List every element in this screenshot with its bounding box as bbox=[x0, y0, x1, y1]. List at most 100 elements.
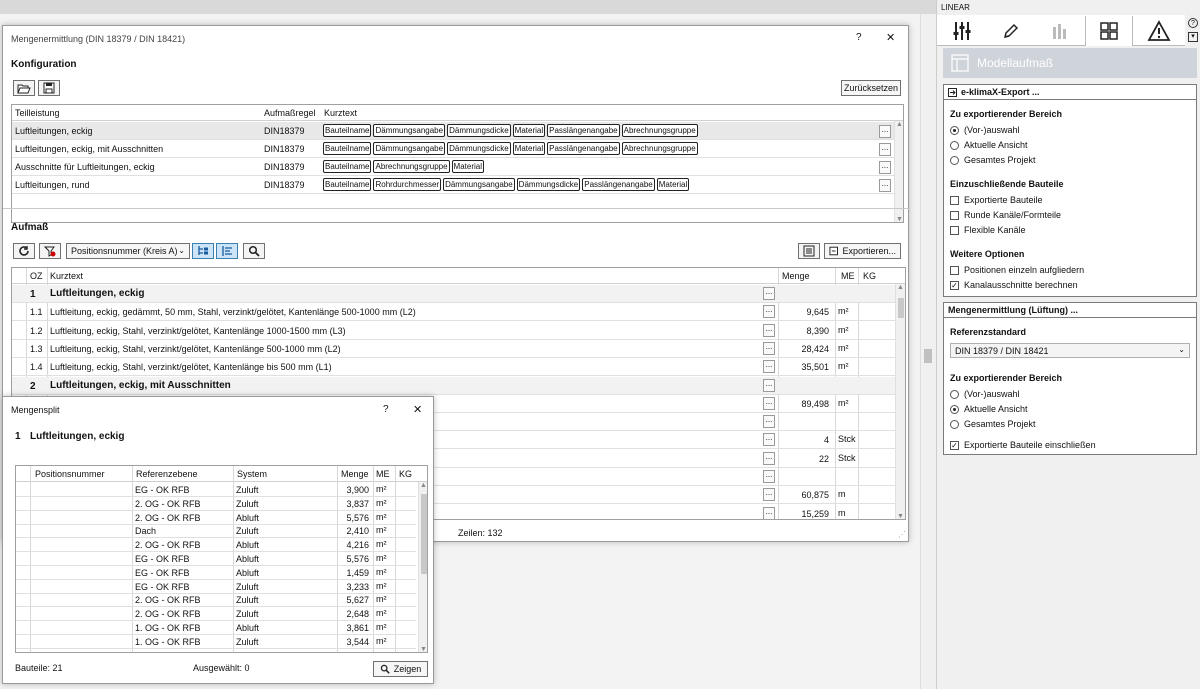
split-row[interactable]: 2. OG - OK RFB Zuluft 3,837 m² bbox=[16, 497, 416, 511]
edit-ellipsis-button[interactable]: ... bbox=[879, 143, 891, 156]
edit-ellipsis-button[interactable]: ... bbox=[763, 415, 775, 429]
edit-ellipsis-button[interactable]: ... bbox=[763, 341, 775, 355]
split-row[interactable]: EG - OK RFB Zuluft 3,233 m² bbox=[16, 580, 416, 594]
close-button[interactable]: ✕ bbox=[886, 31, 895, 44]
panel-help-icon[interactable]: ? bbox=[1188, 18, 1198, 28]
help-button[interactable]: ? bbox=[856, 32, 862, 43]
split-row[interactable]: 2. OG - OK RFB Abluft 4,216 m² bbox=[16, 538, 416, 553]
split-row[interactable]: 1. OG - OK RFB Zuluft 3,544 m² bbox=[16, 635, 416, 649]
area-radio-option[interactable]: Aktuelle Ansicht bbox=[950, 404, 1028, 414]
kurztext-tag[interactable]: Dämmungsangabe bbox=[373, 142, 446, 155]
edit-ellipsis-button[interactable]: ... bbox=[763, 287, 775, 300]
split-row[interactable]: Dach Zuluft 2,410 m² bbox=[16, 524, 416, 539]
kurztext-tag[interactable]: Passlängenangabe bbox=[582, 178, 655, 191]
open-button[interactable] bbox=[13, 80, 35, 96]
kurztext-tag[interactable]: Abrechnungsgruppe bbox=[621, 124, 698, 137]
include-exported-option[interactable]: ✓ Exportierte Bauteile einschließen bbox=[950, 440, 1096, 450]
resize-grip-icon[interactable]: ⋰ bbox=[898, 530, 906, 539]
refresh-button[interactable] bbox=[13, 243, 35, 259]
area-radio-option[interactable]: (Vor-)auswahl bbox=[950, 125, 1020, 135]
export-button[interactable]: Exportieren... bbox=[824, 243, 901, 259]
radio-button[interactable] bbox=[950, 155, 959, 165]
config-row[interactable]: Luftleitungen, rund DIN18379 Bauteilname Ro… bbox=[12, 176, 903, 194]
split-row[interactable]: EG - OK RFB Abluft 1,459 m² bbox=[16, 566, 416, 580]
edit-ellipsis-button[interactable]: ... bbox=[763, 488, 775, 502]
scroll-down-icon[interactable]: ▼ bbox=[897, 513, 904, 519]
aufmass-row[interactable]: 1.2 Luftleitung, eckig, Stahl, verzinkt/g… bbox=[12, 322, 905, 340]
edit-ellipsis-button[interactable]: ... bbox=[763, 451, 775, 465]
radio-button[interactable] bbox=[950, 419, 959, 429]
aufmass-scrollbar[interactable]: ▲ ▼ bbox=[895, 284, 905, 519]
config-row[interactable]: Luftleitungen, eckig DIN18379 Bauteilname D… bbox=[12, 122, 903, 140]
kurztext-tag[interactable]: Passlängenangabe bbox=[547, 124, 620, 137]
panel-collapse-icon[interactable]: ▾ bbox=[1188, 32, 1198, 42]
save-button[interactable] bbox=[38, 80, 60, 96]
kurztext-tag[interactable]: Passlängenangabe bbox=[547, 142, 620, 155]
radio-button[interactable] bbox=[950, 389, 959, 399]
kurztext-tag[interactable]: Material bbox=[656, 178, 690, 191]
kurztext-tag[interactable]: Bauteilname bbox=[323, 178, 372, 191]
edit-ellipsis-button[interactable]: ... bbox=[763, 433, 775, 447]
tab-modules[interactable] bbox=[1085, 16, 1133, 46]
checkbox-option[interactable]: Exportierte Bauteile bbox=[950, 195, 1043, 205]
kurztext-tag[interactable]: Material bbox=[451, 160, 484, 173]
include-exported-checkbox[interactable]: ✓ bbox=[950, 440, 959, 450]
scroll-up-icon[interactable]: ▲ bbox=[897, 284, 904, 291]
aufmass-row[interactable]: 2 Luftleitungen, eckig, mit Ausschnitten.… bbox=[12, 376, 905, 395]
group-view-button[interactable] bbox=[192, 243, 214, 259]
aufmass-scroll-thumb[interactable] bbox=[898, 298, 904, 318]
scroll-down-icon[interactable]: ▼ bbox=[896, 216, 903, 222]
sort-select[interactable]: Positionsnummer (Kreis A) ⌄ bbox=[66, 243, 190, 259]
config-row[interactable]: Ausschnitte für Luftleitungen, eckig DIN1… bbox=[12, 158, 903, 176]
checkbox-option[interactable]: Positionen einzeln aufgliedern bbox=[950, 265, 1084, 275]
checkbox-option[interactable]: Flexible Kanäle bbox=[950, 225, 1026, 235]
edit-ellipsis-button[interactable]: ... bbox=[763, 396, 775, 410]
split-row[interactable]: 2. OG - OK RFB Abluft 5,576 m² bbox=[16, 511, 416, 525]
radio-button[interactable] bbox=[950, 404, 959, 414]
scroll-up-icon[interactable]: ▲ bbox=[420, 482, 427, 489]
search-button[interactable] bbox=[243, 243, 265, 259]
split-row[interactable]: 2. OG - OK RFB Zuluft 2,648 m² bbox=[16, 607, 416, 622]
split-scrollbar[interactable]: ▲ ▼ bbox=[418, 482, 427, 652]
kurztext-tag[interactable]: Abrechnungsgruppe bbox=[373, 160, 450, 173]
kurztext-tag[interactable]: Dämmungsangabe bbox=[373, 124, 446, 137]
tab-reports[interactable] bbox=[1036, 16, 1084, 45]
checkbox-option[interactable]: ✓ Kanalausschnitte berechnen bbox=[950, 280, 1078, 290]
kurztext-tag[interactable]: Dämmungsdicke bbox=[447, 142, 511, 155]
edit-ellipsis-button[interactable]: ... bbox=[879, 125, 891, 138]
edit-ellipsis-button[interactable]: ... bbox=[763, 378, 775, 392]
edit-ellipsis-button[interactable]: ... bbox=[763, 360, 775, 374]
checkbox[interactable] bbox=[950, 210, 959, 220]
kurztext-tag[interactable]: Rohrdurchmesser bbox=[373, 178, 442, 191]
split-close-button[interactable]: ✕ bbox=[413, 403, 422, 416]
checkbox[interactable]: ✓ bbox=[950, 280, 959, 290]
checkbox[interactable] bbox=[950, 195, 959, 205]
kurztext-tag[interactable]: Dämmungsangabe bbox=[443, 178, 515, 191]
ref-standard-select[interactable]: DIN 18379 / DIN 18421 ⌄ bbox=[950, 343, 1190, 358]
filter-button[interactable] bbox=[39, 243, 61, 259]
kurztext-tag[interactable]: Bauteilname bbox=[323, 160, 372, 173]
edit-ellipsis-button[interactable]: ... bbox=[763, 470, 775, 483]
kurztext-tag[interactable]: Material bbox=[512, 142, 546, 155]
tab-edit[interactable] bbox=[987, 16, 1035, 45]
columns-button[interactable] bbox=[798, 243, 820, 259]
area-radio-option[interactable]: Gesamtes Projekt bbox=[950, 155, 1036, 165]
checkbox-option[interactable]: Runde Kanäle/Formteile bbox=[950, 210, 1061, 220]
radio-button[interactable] bbox=[950, 140, 959, 150]
edit-ellipsis-button[interactable]: ... bbox=[879, 179, 891, 192]
kurztext-tag[interactable]: Dämmungsdicke bbox=[447, 124, 511, 137]
split-scroll-thumb[interactable] bbox=[421, 494, 427, 574]
radio-button[interactable] bbox=[950, 125, 959, 135]
splitter-thumb[interactable] bbox=[924, 349, 932, 363]
split-row[interactable]: EG - OK RFB Zuluft 3,900 m² bbox=[16, 483, 416, 497]
aufmass-row[interactable]: 1 Luftleitungen, eckig... bbox=[12, 285, 905, 303]
aufmass-row[interactable]: 1.4 Luftleitung, eckig, Stahl, verzinkt/g… bbox=[12, 358, 905, 377]
split-row[interactable]: 1. OG - OK RFB Abluft 3,861 m² bbox=[16, 621, 416, 635]
tab-settings[interactable] bbox=[938, 16, 986, 45]
split-row[interactable]: EG - OK RFB Abluft 5,576 m² bbox=[16, 552, 416, 566]
edit-ellipsis-button[interactable]: ... bbox=[763, 305, 775, 319]
checkbox[interactable] bbox=[950, 225, 959, 235]
quantity-section-title[interactable]: Mengenermittlung (Lüftung) ... bbox=[944, 303, 1196, 318]
kurztext-tag[interactable]: Bauteilname bbox=[323, 124, 372, 137]
kurztext-tag[interactable]: Bauteilname bbox=[323, 142, 372, 155]
